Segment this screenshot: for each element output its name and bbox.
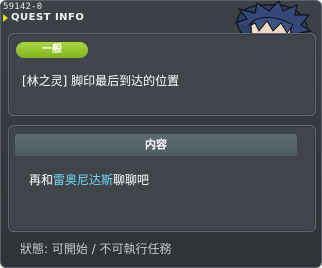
quest-info-window: 59142-0 QUEST INFO 一般 [林之灵] 脚印最后到达的位置 内容… xyxy=(0,0,322,268)
npc-name-link[interactable]: 雷奥尼达斯 xyxy=(53,173,113,187)
quest-summary-panel: 一般 [林之灵] 脚印最后到达的位置 xyxy=(8,33,316,116)
quest-category-badge: 一般 xyxy=(16,42,88,58)
content-text: 再和雷奥尼达斯聊聊吧 xyxy=(29,171,149,188)
quest-name: [林之灵] 脚印最后到达的位置 xyxy=(22,74,180,88)
quest-content-panel: 内容 再和雷奥尼达斯聊聊吧 xyxy=(8,125,316,232)
window-title: QUEST INFO xyxy=(11,12,85,23)
content-text-before: 再和 xyxy=(29,173,54,187)
quest-status: 狀態: 可開始 / 不可執行任務 xyxy=(20,242,172,256)
triangle-icon xyxy=(3,14,8,22)
content-header: 内容 xyxy=(15,134,297,156)
content-text-after: 聊聊吧 xyxy=(113,173,150,187)
